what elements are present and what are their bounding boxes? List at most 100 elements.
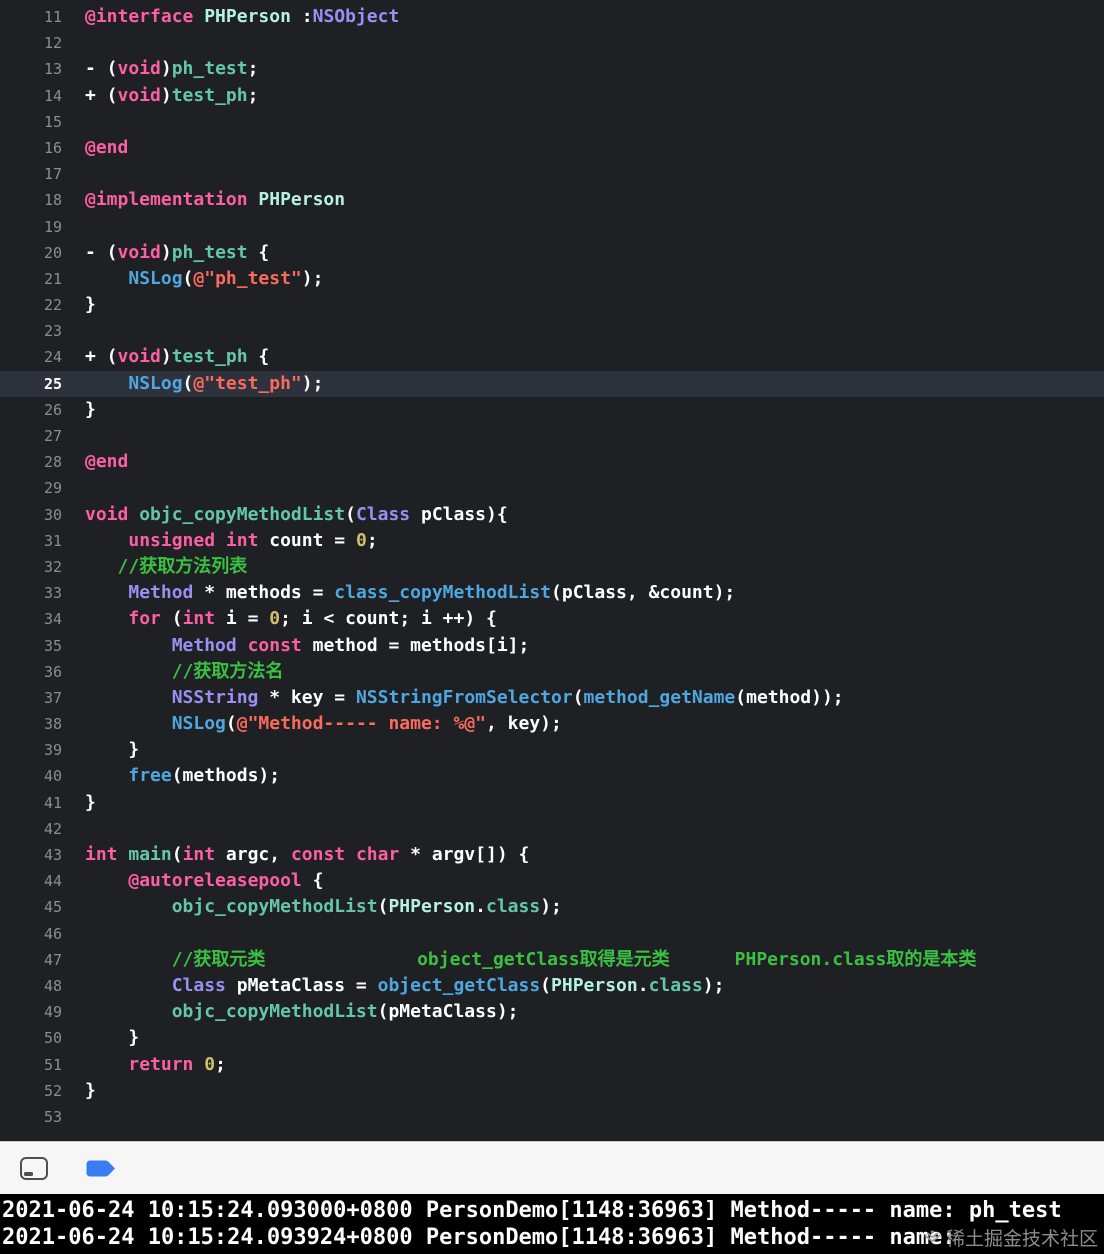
line-number[interactable]: 14 (0, 83, 62, 109)
code-line[interactable]: 29 (0, 475, 1104, 501)
code-line[interactable]: 18 @implementation PHPerson (0, 187, 1104, 213)
code-line[interactable]: 34 for (int i = 0; i < count; i ++) { (0, 606, 1104, 632)
line-number[interactable]: 28 (0, 449, 62, 475)
line-number[interactable]: 21 (0, 266, 62, 292)
line-number[interactable]: 31 (0, 528, 62, 554)
code-text: + (void)test_ph; (85, 84, 259, 106)
line-number[interactable]: 15 (0, 109, 62, 135)
code-line[interactable]: 25 NSLog(@"test_ph"); (0, 370, 1104, 397)
code-line[interactable]: 35 Method const method = methods[i]; (0, 633, 1104, 659)
line-number[interactable]: 22 (0, 292, 62, 318)
line-number[interactable]: 52 (0, 1078, 62, 1104)
code-line[interactable]: 46 (0, 921, 1104, 947)
line-number[interactable]: 13 (0, 56, 62, 82)
code-line[interactable]: 20 - (void)ph_test { (0, 240, 1104, 266)
console-output[interactable]: 2021-06-24 10:15:24.093000+0800 PersonDe… (0, 1194, 1104, 1254)
code-line[interactable]: 17 (0, 161, 1104, 187)
line-number[interactable]: 23 (0, 318, 62, 344)
code-line[interactable]: 42 (0, 816, 1104, 842)
line-number[interactable]: 48 (0, 973, 62, 999)
code-line[interactable]: 13 - (void)ph_test; (0, 56, 1104, 82)
code-text: @interface PHPerson :NSObject (85, 6, 400, 27)
code-line[interactable]: 38 NSLog(@"Method----- name: %@", key); (0, 711, 1104, 737)
code-line[interactable]: 33 Method * methods = class_copyMethodLi… (0, 580, 1104, 606)
code-text: unsigned int count = 0; (128, 529, 378, 551)
line-number[interactable]: 25 (0, 371, 62, 397)
line-number[interactable]: 41 (0, 790, 62, 816)
code-line[interactable]: 28 @end (0, 449, 1104, 475)
code-line[interactable]: 23 (0, 318, 1104, 344)
line-number[interactable]: 12 (0, 30, 62, 56)
code-line[interactable]: 50 } (0, 1025, 1104, 1051)
code-text: NSLog(@"ph_test"); (128, 267, 324, 289)
code-text: NSLog(@"test_ph"); (128, 372, 324, 394)
line-number[interactable]: 34 (0, 606, 62, 632)
code-line[interactable]: 51 return 0; (0, 1052, 1104, 1078)
code-line[interactable]: 15 (0, 109, 1104, 135)
hide-debug-area-icon[interactable] (20, 1156, 48, 1180)
code-text: } (85, 1027, 140, 1049)
line-number[interactable]: 32 (0, 554, 62, 580)
line-number[interactable]: 36 (0, 659, 62, 685)
debug-toolbar (0, 1141, 1104, 1194)
line-number[interactable]: 39 (0, 737, 62, 763)
line-number[interactable]: 26 (0, 397, 62, 423)
line-number[interactable]: 30 (0, 502, 62, 528)
line-number[interactable]: 24 (0, 344, 62, 370)
line-number[interactable]: 27 (0, 423, 62, 449)
line-number[interactable]: 40 (0, 763, 62, 789)
line-number[interactable]: 51 (0, 1052, 62, 1078)
line-number[interactable]: 17 (0, 161, 62, 187)
line-number[interactable]: 45 (0, 894, 62, 920)
code-line[interactable]: 11 @interface PHPerson :NSObject (0, 4, 1104, 30)
code-line[interactable]: 43 int main(int argc, const char * argv[]… (0, 842, 1104, 868)
code-line[interactable]: 31 unsigned int count = 0; (0, 528, 1104, 554)
code-line[interactable]: 37 NSString * key = NSStringFromSelector… (0, 685, 1104, 711)
line-number[interactable]: 43 (0, 842, 62, 868)
code-text: Method * methods = class_copyMethodList(… (128, 582, 736, 604)
code-line[interactable]: 47 //获取元类 object_getClass取得是元类 PHPerson.… (0, 947, 1104, 973)
code-line[interactable]: 40 free(methods); (0, 763, 1104, 789)
line-number[interactable]: 18 (0, 187, 62, 213)
code-line[interactable]: 24 + (void)test_ph { (0, 344, 1104, 370)
line-number[interactable]: 33 (0, 580, 62, 606)
code-line[interactable]: 32 //获取方法列表 (0, 554, 1104, 580)
code-editor[interactable]: 11 @interface PHPerson :NSObject 12 13 - (vo… (0, 0, 1104, 1141)
code-line[interactable]: 48 Class pMetaClass = object_getClass(PH… (0, 973, 1104, 999)
line-number[interactable]: 20 (0, 240, 62, 266)
line-number[interactable]: 19 (0, 214, 62, 240)
line-number[interactable]: 44 (0, 868, 62, 894)
line-number[interactable]: 42 (0, 816, 62, 842)
line-number[interactable]: 47 (0, 947, 62, 973)
code-line[interactable]: 39 } (0, 737, 1104, 763)
code-line[interactable]: 30 void objc_copyMethodList(Class pClass)… (0, 502, 1104, 528)
line-number[interactable]: 37 (0, 685, 62, 711)
code-line[interactable]: 12 (0, 30, 1104, 56)
breakpoint-toggle-icon[interactable] (86, 1160, 116, 1177)
code-text: //获取元类 object_getClass取得是元类 PHPerson.cla… (171, 948, 977, 970)
line-number[interactable]: 46 (0, 921, 62, 947)
line-number[interactable]: 11 (0, 4, 62, 30)
line-number[interactable]: 16 (0, 135, 62, 161)
code-line[interactable]: 41} (0, 790, 1104, 816)
line-number[interactable]: 49 (0, 999, 62, 1025)
code-line[interactable]: 53 (0, 1104, 1104, 1130)
code-line[interactable]: 19 (0, 214, 1104, 240)
code-line[interactable]: 21 NSLog(@"ph_test"); (0, 266, 1104, 292)
line-number[interactable]: 53 (0, 1104, 62, 1130)
code-line[interactable]: 52} (0, 1078, 1104, 1104)
code-line[interactable]: 36 //获取方法名 (0, 659, 1104, 685)
code-text: free(methods); (128, 765, 281, 787)
code-line[interactable]: 45 objc_copyMethodList(PHPerson.class); (0, 894, 1104, 920)
line-number[interactable]: 29 (0, 475, 62, 501)
code-line[interactable]: 22} (0, 292, 1104, 318)
code-line[interactable]: 14 + (void)test_ph; (0, 83, 1104, 109)
code-line[interactable]: 16 @end (0, 135, 1104, 161)
code-line[interactable]: 44 @autoreleasepool { (0, 868, 1104, 894)
code-line[interactable]: 49 objc_copyMethodList(pMetaClass); (0, 999, 1104, 1025)
line-number[interactable]: 35 (0, 633, 62, 659)
line-number[interactable]: 38 (0, 711, 62, 737)
line-number[interactable]: 50 (0, 1025, 62, 1051)
code-line[interactable]: 26} (0, 397, 1104, 423)
code-line[interactable]: 27 (0, 423, 1104, 449)
